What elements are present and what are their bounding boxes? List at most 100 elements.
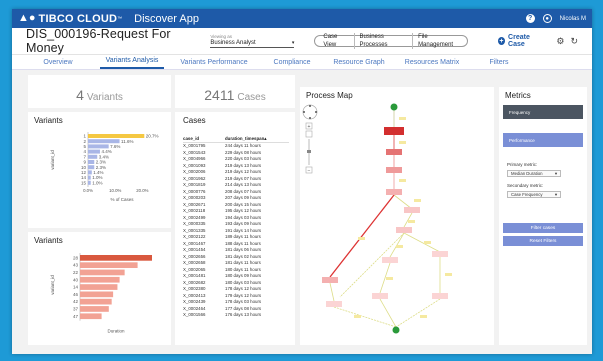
data-label: 11.6% bbox=[121, 139, 133, 144]
user-name[interactable]: Nicolas M bbox=[560, 16, 586, 22]
create-case-label: Create Case bbox=[508, 34, 530, 48]
bar bbox=[88, 160, 95, 164]
plus-icon: + bbox=[497, 37, 506, 45]
process-map-panel: Process Map + − bbox=[300, 87, 494, 345]
tab-bar: Overview Variants Analysis Variants Perf… bbox=[12, 55, 592, 70]
metrics-panel: Metrics Frequency Performance Primary me… bbox=[499, 87, 587, 345]
primary-metric-label: Primary metric: bbox=[507, 162, 538, 167]
cases-count: 2411 bbox=[204, 87, 235, 103]
cases-title: Cases bbox=[183, 116, 206, 125]
activity-node[interactable] bbox=[386, 189, 402, 195]
bar bbox=[88, 144, 109, 149]
role-select[interactable]: Business Analyst ▾ bbox=[210, 40, 295, 48]
activity-node[interactable] bbox=[432, 251, 448, 257]
top-bar: ▲● TIBCO CLOUD ™ Discover App ? ● Nicola… bbox=[12, 9, 592, 28]
tick-label: 42 bbox=[73, 299, 79, 304]
activity-node[interactable] bbox=[432, 293, 448, 299]
app-window: ▲● TIBCO CLOUD ™ Discover App ? ● Nicola… bbox=[12, 9, 592, 354]
tab-variants-analysis[interactable]: Variants Analysis bbox=[100, 57, 164, 69]
bar bbox=[80, 262, 138, 268]
activity-node[interactable] bbox=[384, 127, 404, 135]
chevron-down-icon: ▾ bbox=[291, 40, 295, 46]
tibco-logo-icon: ▲● bbox=[18, 12, 36, 24]
bar bbox=[88, 139, 120, 144]
variants-count: 4 bbox=[76, 87, 84, 103]
metrics-title: Metrics bbox=[505, 91, 531, 100]
bar bbox=[88, 134, 145, 138]
process-map-canvas[interactable]: + − bbox=[300, 87, 494, 345]
start-node[interactable] bbox=[390, 103, 398, 111]
activity-node[interactable] bbox=[386, 167, 402, 173]
tab-compliance[interactable]: Compliance bbox=[268, 59, 316, 69]
cases-count-label: Cases bbox=[237, 92, 266, 103]
pan-control-icon[interactable] bbox=[302, 104, 318, 120]
filter-cases-button[interactable]: Filter cases bbox=[503, 223, 583, 233]
activity-node[interactable] bbox=[396, 227, 412, 233]
activity-node[interactable] bbox=[372, 293, 388, 299]
col-case-id[interactable]: case_id bbox=[183, 136, 225, 142]
performance-button[interactable]: Performance bbox=[503, 133, 583, 147]
tick-label: 43 bbox=[73, 263, 79, 268]
bar bbox=[80, 276, 120, 283]
tab-variants-performance[interactable]: Variants Performance bbox=[176, 59, 252, 69]
data-label: 1.0% bbox=[92, 180, 102, 185]
x-axis-label: % of Cases bbox=[110, 197, 134, 202]
refresh-icon[interactable]: ↻ bbox=[570, 36, 578, 47]
tick-label: 14 bbox=[73, 285, 79, 290]
page-header: DIS_000196-Request For Money Viewing as … bbox=[12, 27, 592, 55]
tick-label: 40 bbox=[73, 277, 79, 282]
svg-text:+: + bbox=[308, 124, 311, 130]
bar bbox=[88, 175, 91, 180]
user-icon[interactable]: ● bbox=[542, 14, 552, 23]
tick-label: 10.0% bbox=[109, 188, 121, 193]
zoom-slider[interactable]: + − bbox=[305, 122, 313, 174]
activity-node[interactable] bbox=[326, 301, 342, 307]
bar bbox=[80, 269, 125, 276]
frequency-button[interactable]: Frequency bbox=[503, 105, 583, 119]
svg-text:−: − bbox=[308, 168, 311, 174]
chevron-down-icon: ▾ bbox=[554, 191, 557, 197]
end-node[interactable] bbox=[392, 326, 400, 334]
table-row[interactable]: X_0001566 176 days 13 hours bbox=[183, 312, 289, 319]
primary-metric-value: Median Duration bbox=[511, 171, 543, 176]
bar bbox=[80, 313, 102, 320]
tick-label: 37 bbox=[73, 307, 79, 312]
create-case-button[interactable]: + Create Case bbox=[497, 34, 545, 48]
activity-node[interactable] bbox=[322, 277, 338, 283]
y-axis-label: variant_id bbox=[50, 275, 55, 295]
variants-percent-chart[interactable]: 1 20.7%2 11.6%5 7.6%4 4.4%7 3.4%9 2.3%10 2.3%12… bbox=[28, 112, 171, 228]
edge-labels bbox=[354, 117, 452, 318]
tick-label: 22 bbox=[73, 270, 79, 275]
cases-table-header: case_id duration_timespan▴ bbox=[183, 136, 289, 143]
tab-filters[interactable]: Filters bbox=[484, 59, 514, 69]
bar bbox=[88, 180, 91, 185]
tick-label: 46 bbox=[73, 292, 79, 297]
tab-resource-graph[interactable]: Resource Graph bbox=[330, 59, 388, 69]
col-duration[interactable]: duration_timespan▴ bbox=[225, 136, 289, 142]
dashboard-content: 4 Variants 2411 Cases Variants 1 20.7% 2 11… bbox=[12, 70, 592, 354]
cases-table: case_id duration_timespan▴ X_0001795 244 … bbox=[183, 136, 289, 319]
secondary-metric-select[interactable]: Case Frequency ▾ bbox=[507, 191, 561, 198]
reset-filters-button[interactable]: Reset Filters bbox=[503, 236, 583, 246]
tab-resources-matrix[interactable]: Resources Matrix bbox=[402, 59, 462, 69]
settings-icon[interactable]: ⚙ bbox=[556, 36, 564, 47]
tick-label: 28 bbox=[73, 255, 79, 260]
sort-icon: ▴ bbox=[264, 136, 267, 141]
activity-node[interactable] bbox=[386, 149, 402, 155]
brand-name: TIBCO CLOUD bbox=[38, 12, 118, 25]
viewing-as: Viewing as Business Analyst ▾ bbox=[210, 34, 295, 48]
variants-duration-chart[interactable]: 28 43 22 40 14 46 42 37 47 Duration variant_id bbox=[28, 232, 171, 345]
tick-label: 20.0% bbox=[136, 188, 148, 193]
secondary-metric-label: Secondary metric: bbox=[507, 183, 544, 188]
help-icon[interactable]: ? bbox=[525, 14, 535, 23]
process-nodes bbox=[322, 103, 448, 334]
cases-table-body: X_0001795 244 days 11 hours X_0001543 229 d… bbox=[183, 143, 289, 319]
tab-overview[interactable]: Overview bbox=[34, 59, 82, 69]
file-management-button[interactable]: File Management bbox=[413, 33, 464, 49]
bar bbox=[80, 298, 112, 305]
activity-node[interactable] bbox=[382, 257, 398, 263]
primary-metric-select[interactable]: Median Duration ▾ bbox=[507, 170, 561, 177]
activity-node[interactable] bbox=[404, 207, 420, 213]
business-processes-button[interactable]: Business Processes bbox=[355, 33, 414, 49]
case-view-button[interactable]: Case View bbox=[318, 33, 355, 49]
